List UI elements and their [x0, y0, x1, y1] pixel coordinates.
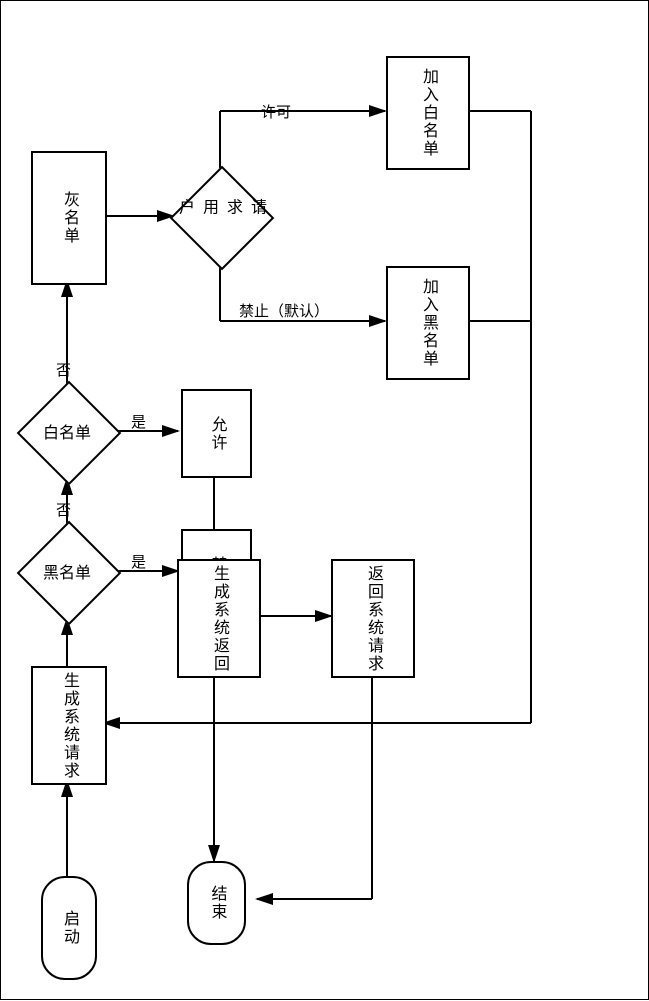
- edge-black-no: 否: [56, 499, 71, 520]
- blacklist-label: 黑名单: [43, 559, 91, 583]
- process-add-white: 加入白名单: [386, 56, 470, 170]
- add-white-label: 加入白名单: [416, 68, 440, 158]
- decision-ask-user: 请求用户: [185, 181, 255, 251]
- process-graylist: 灰名单: [31, 151, 107, 285]
- edge-white-no: 否: [56, 359, 71, 380]
- decision-blacklist: 黑名单: [32, 536, 102, 606]
- terminator-start: 启动: [41, 876, 97, 980]
- process-gen-request: 生成系统请求: [31, 666, 107, 785]
- gen-request-label: 生成系统请求: [57, 672, 81, 780]
- flowchart-canvas: 启动 生成系统请求 黑名单 否 是 白名单 否 是 灰名单 请求用户 许可 禁止…: [0, 0, 649, 1000]
- gen-return-label: 生成系统返回: [207, 565, 231, 673]
- process-return-req: 返回系统请求: [331, 559, 415, 678]
- terminator-end: 结束: [187, 861, 246, 945]
- edge-black-yes: 是: [131, 551, 146, 572]
- edge-deny-default: 禁止（默认）: [239, 300, 329, 321]
- process-allow: 允许: [181, 389, 252, 478]
- edge-permit: 许可: [261, 101, 291, 122]
- process-add-black: 加入黑名单: [386, 266, 470, 380]
- decision-whitelist: 白名单: [32, 396, 102, 466]
- end-label: 结束: [205, 885, 229, 921]
- add-black-label: 加入黑名单: [416, 278, 440, 368]
- return-req-label: 返回系统请求: [361, 565, 385, 673]
- start-label: 启动: [57, 910, 81, 946]
- edge-white-yes: 是: [131, 411, 146, 432]
- process-gen-return: 生成系统返回: [177, 559, 261, 678]
- graylist-label: 灰名单: [57, 191, 81, 245]
- ask-user-label: 请求用户: [172, 199, 268, 234]
- whitelist-label: 白名单: [43, 419, 91, 443]
- allow-label: 允许: [205, 416, 229, 452]
